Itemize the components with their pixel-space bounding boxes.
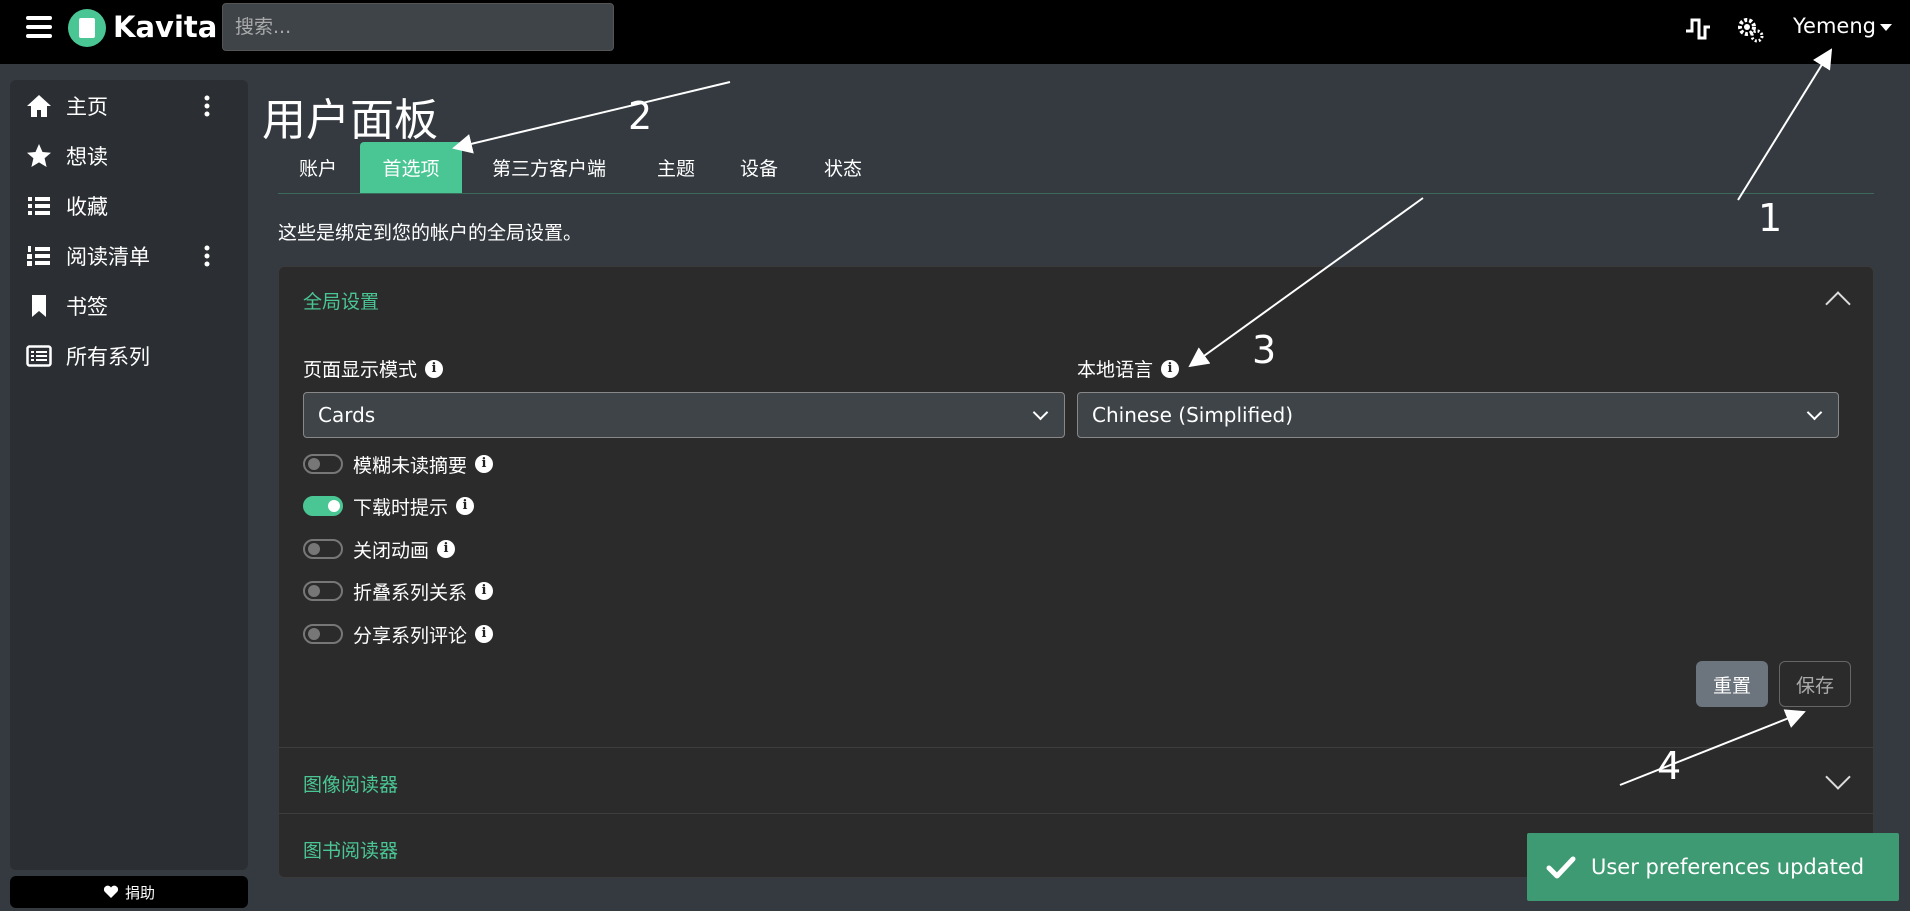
save-button[interactable]: 保存 xyxy=(1779,661,1851,707)
sidebar-item-label: 所有系列 xyxy=(66,345,150,369)
info-icon[interactable]: i xyxy=(475,582,494,600)
toggle-prompt-on-download: 下载时提示 i xyxy=(303,492,475,520)
menu-icon[interactable] xyxy=(26,16,52,42)
selected-value: Chinese (Simplified) xyxy=(1092,403,1294,427)
home-icon xyxy=(27,95,51,117)
tab-stats[interactable]: 状态 xyxy=(802,142,884,193)
toggle-blur-unread-summaries: 模糊未读摘要 i xyxy=(303,450,494,478)
toggle-label: 折叠系列关系 xyxy=(353,581,468,604)
star-icon xyxy=(27,144,51,167)
sidebar-item-label: 想读 xyxy=(66,145,108,169)
preferences-accordion: 全局设置 页面显示模式 i Cards 本地语言 i Chinese (Simpli… xyxy=(278,266,1874,878)
sidebar-item-label: 阅读清单 xyxy=(66,245,150,269)
toast-notification[interactable]: User preferences updated xyxy=(1527,833,1899,901)
sidebar-item-home[interactable]: 主页 xyxy=(26,86,236,126)
page-layout-select[interactable]: Cards xyxy=(303,392,1065,438)
sidebar: 主页 想读 收藏 阅读清单 书签 所有系列 xyxy=(10,80,248,870)
annotation-number: 3 xyxy=(1252,328,1277,372)
page-title: 用户面板 xyxy=(262,95,438,146)
checkmark-icon xyxy=(1546,856,1576,879)
info-icon[interactable]: i xyxy=(1161,359,1180,378)
tab-theme[interactable]: 主题 xyxy=(636,142,716,193)
sidebar-item-collections[interactable]: 收藏 xyxy=(26,186,236,226)
sidebar-item-reading-lists[interactable]: 阅读清单 xyxy=(26,236,236,276)
brand-name[interactable]: Kavita xyxy=(113,10,217,44)
list-icon xyxy=(28,197,50,215)
toggle-label: 关闭动画 xyxy=(353,539,430,562)
heart-icon xyxy=(103,885,119,898)
sidebar-item-label: 收藏 xyxy=(66,195,108,219)
user-name: Yemeng xyxy=(1793,14,1876,38)
sidebar-item-label: 主页 xyxy=(66,95,108,119)
top-navbar: Kavita Yemeng xyxy=(0,0,1910,64)
info-icon[interactable]: i xyxy=(475,455,494,473)
info-icon[interactable]: i xyxy=(437,540,456,558)
annotation-number: 4 xyxy=(1657,744,1682,788)
activity-icon[interactable] xyxy=(1683,14,1713,44)
toggle-switch[interactable] xyxy=(303,581,343,601)
divider xyxy=(279,747,1873,748)
ordered-list-icon xyxy=(27,246,50,266)
chevron-down-icon xyxy=(1032,404,1049,421)
info-icon[interactable]: i xyxy=(425,359,444,378)
chevron-down-icon[interactable] xyxy=(1825,764,1851,790)
chevron-down-icon xyxy=(1806,404,1823,421)
sidebar-item-label: 书签 xyxy=(66,295,108,319)
tab-devices[interactable]: 设备 xyxy=(718,142,800,193)
user-dropdown[interactable]: Yemeng xyxy=(1793,14,1892,38)
sidebar-item-want-to-read[interactable]: 想读 xyxy=(26,136,236,176)
book-reader-header[interactable]: 图书阅读器 xyxy=(303,836,398,863)
toggle-label: 下载时提示 xyxy=(353,496,449,519)
toggle-share-series-reviews: 分享系列评论 i xyxy=(303,620,494,648)
chevron-up-icon[interactable] xyxy=(1825,291,1851,317)
toast-message: User preferences updated xyxy=(1591,855,1865,879)
reset-button[interactable]: 重置 xyxy=(1696,661,1768,707)
tab-third-party-clients[interactable]: 第三方客户端 xyxy=(464,142,634,193)
kavita-logo-icon[interactable] xyxy=(68,9,106,47)
image-reader-header[interactable]: 图像阅读器 xyxy=(303,770,398,797)
chevron-down-icon xyxy=(1879,23,1892,31)
toggle-switch[interactable] xyxy=(303,496,343,516)
tab-preferences[interactable]: 首选项 xyxy=(360,142,462,193)
toggle-label: 模糊未读摘要 xyxy=(353,454,468,477)
annotation-number: 1 xyxy=(1758,196,1783,240)
tab-account[interactable]: 账户 xyxy=(278,142,358,193)
global-settings-header[interactable]: 全局设置 xyxy=(303,287,379,314)
sidebar-item-bookmarks[interactable]: 书签 xyxy=(26,286,236,326)
donate-label: 捐助 xyxy=(124,883,155,902)
donate-button[interactable]: 捐助 xyxy=(10,876,248,908)
toggle-switch[interactable] xyxy=(303,624,343,644)
page-layout-label: 页面显示模式 i xyxy=(303,355,444,382)
search-input[interactable] xyxy=(222,3,614,51)
kebab-menu-icon[interactable] xyxy=(204,94,210,118)
kebab-menu-icon[interactable] xyxy=(204,244,210,268)
annotation-arrow xyxy=(452,81,731,154)
settings-description: 这些是绑定到您的帐户的全局设置。 xyxy=(278,222,583,244)
toggle-label: 分享系列评论 xyxy=(353,624,468,647)
divider xyxy=(279,813,1873,814)
locale-select[interactable]: Chinese (Simplified) xyxy=(1077,392,1839,438)
field-label-text: 页面显示模式 xyxy=(303,359,418,381)
tab-bar: 账户 首选项 第三方客户端 主题 设备 状态 xyxy=(278,142,1874,194)
locale-label: 本地语言 i xyxy=(1077,355,1180,382)
toggle-switch[interactable] xyxy=(303,454,343,474)
info-icon[interactable]: i xyxy=(456,497,475,515)
toggle-collapse-series-relationships: 折叠系列关系 i xyxy=(303,577,494,605)
sidebar-item-all-series[interactable]: 所有系列 xyxy=(26,336,236,376)
selected-value: Cards xyxy=(318,403,376,427)
settings-icon[interactable] xyxy=(1735,14,1765,44)
info-icon[interactable]: i xyxy=(475,625,494,643)
list-alt-icon xyxy=(26,345,52,367)
bookmark-icon xyxy=(32,295,46,317)
toggle-disable-animations: 关闭动画 i xyxy=(303,535,456,563)
toggle-switch[interactable] xyxy=(303,539,343,559)
annotation-number: 2 xyxy=(628,94,653,138)
field-label-text: 本地语言 xyxy=(1077,359,1154,381)
